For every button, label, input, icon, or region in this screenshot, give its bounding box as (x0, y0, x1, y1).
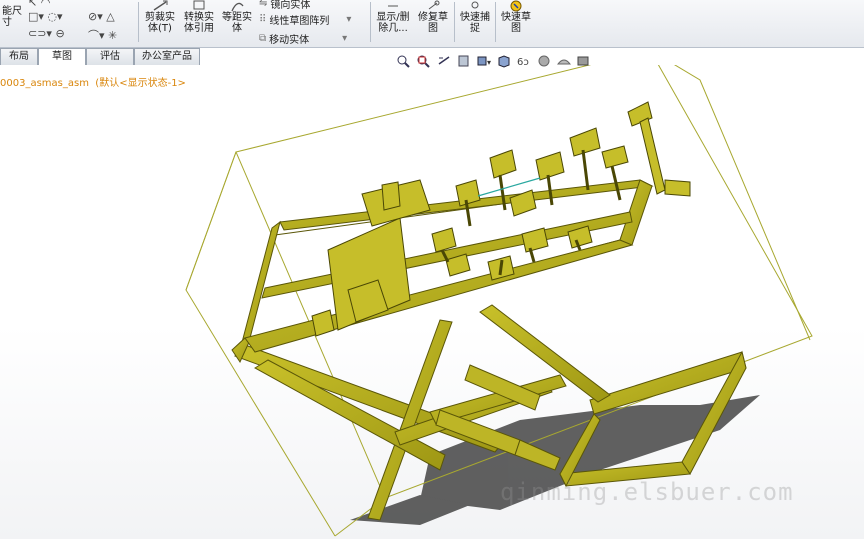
separator (495, 2, 496, 42)
heads-up-view-toolbar: ▾ 6ↄ (396, 53, 596, 69)
chevron-down-icon[interactable]: ▾ (346, 14, 351, 25)
linear-pattern-button[interactable]: ⠿ 线性草图阵列 ▾ (259, 12, 351, 27)
tab-label: 草图 (52, 51, 72, 62)
command-manager-ribbon: 能尺 寸 ↖ ◠ □▾ ◌▾ ⊂⊃▾ ⊖ ⊘▾ △ ⌒▾ ✳ 剪裁实 体(T) … (0, 0, 864, 48)
previous-view-icon[interactable] (436, 54, 452, 68)
hide-show-items-icon[interactable]: 6ↄ (516, 54, 532, 68)
rapid-sketch-button[interactable]: 快速草 图 (497, 0, 535, 44)
mirror-label: 镜向实体 (270, 0, 311, 11)
mirror-icon: ⇋ (259, 0, 268, 9)
assembly-model-view[interactable] (0, 65, 864, 539)
zoom-to-area-icon[interactable] (416, 54, 432, 68)
relations-icon (388, 5, 398, 7)
repair-icon (428, 0, 440, 10)
separator (454, 2, 455, 42)
mirror-entities-button[interactable]: ⇋ 镜向实体 (259, 0, 310, 11)
quick-snaps-icon (471, 1, 479, 9)
rectangle-icon[interactable]: □▾ ◌▾ (28, 10, 63, 23)
watermark: qinming.elsbuer.com (500, 478, 794, 506)
tab-label: 布局 (9, 51, 29, 62)
tab-label: 评估 (100, 51, 120, 62)
repair-sketch-button[interactable]: 修复草 图 (414, 0, 452, 44)
rapid-sketch-icon (510, 0, 522, 12)
zoom-to-fit-icon[interactable] (396, 54, 412, 68)
move-entities-button[interactable]: ⧉ 移动实体 ▾ (259, 31, 347, 46)
offset-icon (231, 2, 244, 12)
trim-icon (153, 0, 168, 11)
line-icon[interactable]: ↖ ◠ (28, 0, 50, 9)
slot-icon[interactable]: ⊂⊃▾ ⊖ (28, 27, 65, 40)
svg-text:6ↄ: 6ↄ (517, 57, 529, 68)
quick-snap-label: 快速捕 捉 (460, 12, 490, 34)
edit-appearance-icon[interactable] (536, 54, 552, 68)
separator (370, 2, 371, 42)
apply-scene-icon[interactable] (556, 54, 572, 68)
tab-label: 办公室产品 (142, 51, 192, 62)
repair-label: 修复草 图 (418, 12, 448, 34)
move-icon: ⧉ (259, 33, 267, 44)
view-orientation-icon[interactable]: ▾ (476, 54, 492, 68)
quick-snaps-button[interactable]: 快速捕 捉 (456, 0, 494, 44)
separator (138, 2, 139, 42)
spline-icon[interactable]: ⊘▾ △ (88, 10, 115, 23)
smart-dimension-button[interactable]: 能尺 寸 (0, 0, 24, 44)
rapid-sketch-label: 快速草 图 (501, 12, 531, 34)
display-style-icon[interactable] (496, 54, 512, 68)
offset-label: 等距实 体 (222, 12, 252, 34)
trim-entities-button[interactable]: 剪裁实 体(T) (141, 0, 179, 44)
convert-icon (193, 0, 205, 10)
show-delete-label: 显示/删 除几... (376, 12, 410, 34)
feature-tree-document-title[interactable]: 0003_asmas_asm (默认<显示状态-1> (0, 74, 186, 89)
move-label: 移动实体 (269, 35, 310, 46)
chevron-down-icon[interactable]: ▾ (342, 33, 347, 44)
tab-layout[interactable]: 布局 (0, 48, 38, 65)
svg-text:▾: ▾ (487, 58, 491, 67)
convert-entities-button[interactable]: 转换实 体引用 (180, 0, 218, 44)
tab-office-products[interactable]: 办公室产品 (134, 48, 200, 65)
convert-label: 转换实 体引用 (184, 12, 214, 34)
linear-pattern-label: 线性草图阵列 (269, 16, 330, 27)
trim-label: 剪裁实 体(T) (145, 12, 175, 34)
section-view-icon[interactable] (456, 54, 472, 68)
display-delete-relations-button[interactable]: 显示/删 除几... (373, 0, 413, 44)
offset-entities-button[interactable]: 等距实 体 (219, 0, 255, 44)
smart-dimension-label: 能尺 寸 (2, 6, 22, 28)
linear-pattern-icon: ⠿ (259, 14, 267, 25)
tab-evaluate[interactable]: 评估 (86, 48, 134, 65)
tab-sketch[interactable]: 草图 (38, 48, 86, 66)
view-settings-icon[interactable] (576, 54, 592, 68)
fillet-icon[interactable]: ⌒▾ ✳ (88, 27, 117, 43)
